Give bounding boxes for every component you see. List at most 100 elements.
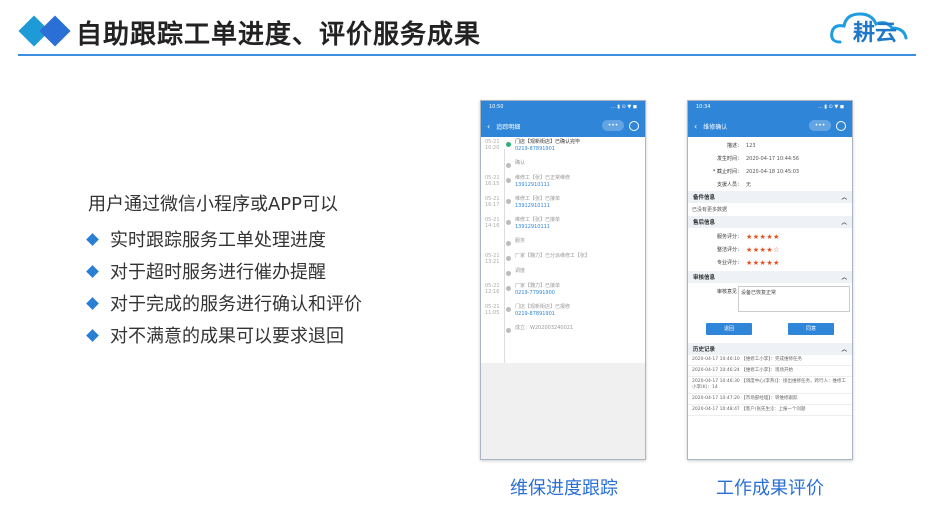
timeline-phone[interactable]: 13912910111 bbox=[515, 224, 560, 231]
timeline-item: 确认 bbox=[485, 160, 641, 175]
timeline-item: 05-21 10:20 门店【观新街店】已确认完毕 0219-87891901 bbox=[485, 139, 641, 160]
bullet-text: 对于完成的服务进行确认和评价 bbox=[110, 294, 362, 315]
nav-title: 追踪明细 bbox=[496, 123, 521, 131]
timeline-phone[interactable]: 13912910111 bbox=[515, 203, 560, 210]
field-value: 2020-04-17 10:44:56 bbox=[746, 155, 800, 162]
section-parts[interactable]: 备件信息 ︿ bbox=[688, 191, 852, 203]
timeline-date: 05-21 13:21 bbox=[485, 253, 500, 265]
bullet-text: 实时跟踪服务工单处理进度 bbox=[110, 230, 326, 251]
diamond-bullet-icon bbox=[86, 264, 99, 278]
timeline-date bbox=[485, 160, 503, 175]
field-label: * 截止时间： bbox=[712, 169, 742, 175]
timeline-date bbox=[485, 238, 503, 253]
timeline-dot-icon bbox=[506, 241, 511, 246]
timeline-item: 05-21 16:17 维修工【张】已接单 13912910111 bbox=[485, 196, 641, 217]
chevron-up-icon: ︿ bbox=[841, 275, 847, 281]
section-history[interactable]: 历史记录 ︿ bbox=[688, 343, 852, 355]
close-miniapp-icon[interactable] bbox=[629, 120, 639, 131]
slide-title: 自助跟踪工单进度、评价服务成果 bbox=[76, 20, 482, 50]
timeline-dot-icon bbox=[506, 271, 511, 276]
timeline-date: 05-21 12:16 bbox=[485, 283, 500, 295]
bullet-item: 实时跟踪服务工单处理进度 bbox=[86, 226, 326, 252]
nav-title: 维修确认 bbox=[703, 123, 728, 131]
rating-row: 整洁评分： ★★★★☆ bbox=[688, 243, 852, 256]
status-icons: ... ▮ ⊙ ▼ ◼ bbox=[610, 104, 637, 110]
timeline-text: 门店【观新街店】已报修 bbox=[515, 304, 571, 310]
timeline-date: 05-21 10:20 bbox=[485, 139, 500, 151]
timeline-item: 05-21 13:21 厂家【魏力】已分派维修工【张】 bbox=[485, 253, 641, 268]
diamond-bullet-icon bbox=[86, 328, 99, 342]
nav-bar: ‹ 维修确认 ••• bbox=[688, 115, 852, 137]
timeline-item: 成立：W202003240021 bbox=[485, 325, 641, 340]
section-title: 审核信息 bbox=[693, 275, 716, 281]
star-rating-icon[interactable]: ★★★★☆ bbox=[746, 246, 780, 254]
timeline-date bbox=[485, 268, 503, 283]
status-time: 10:34 bbox=[696, 104, 711, 110]
review-textarea[interactable]: 设备已恢复正常 bbox=[738, 286, 850, 312]
brand-logo-text: 耕云 bbox=[853, 21, 898, 46]
bullet-text: 对不满意的成果可以要求退回 bbox=[110, 326, 344, 347]
timeline-content: 维修工【张】已接单 13912910111 bbox=[515, 217, 560, 238]
chevron-up-icon: ︿ bbox=[841, 220, 847, 226]
field-label: 支援人员： bbox=[716, 182, 742, 188]
timeline-dot-icon bbox=[506, 220, 511, 225]
timeline-phone[interactable]: 0219-77991900 bbox=[515, 290, 560, 297]
timeline-phone[interactable]: 0219-87891901 bbox=[515, 311, 570, 318]
timeline-item: 05-21 14:16 维修工【张】已接单 13912910111 bbox=[485, 217, 641, 238]
footer-blank bbox=[481, 363, 645, 459]
rating-row: 专业评分： ★★★★★ bbox=[688, 256, 852, 269]
diamond-icon bbox=[39, 15, 71, 47]
timeline-content: 调度 bbox=[515, 268, 525, 283]
timeline-phone[interactable]: 0219-87891901 bbox=[515, 146, 580, 153]
section-review[interactable]: 审核信息 ︿ bbox=[688, 271, 852, 283]
parts-note-text: 已没有更多数据 bbox=[692, 207, 728, 213]
timeline-item: 05-21 11:05 门店【观新街店】已报修 0219-87891901 bbox=[485, 304, 641, 325]
timeline-dot-icon bbox=[506, 307, 511, 312]
field-row: * 截止时间： 2020-04-18 10:45:03 bbox=[688, 165, 852, 178]
star-rating-icon[interactable]: ★★★★★ bbox=[746, 259, 780, 267]
more-menu-icon[interactable]: ••• bbox=[809, 120, 831, 131]
back-arrow-icon[interactable]: ‹ bbox=[487, 122, 490, 131]
chevron-up-icon: ︿ bbox=[841, 347, 847, 353]
timeline-content: 维修工【张】已正常维修 13912910111 bbox=[515, 175, 570, 196]
rating-label: 专业评分： bbox=[716, 260, 742, 266]
section-title: 备件信息 bbox=[693, 195, 716, 201]
status-time: 10:50 bbox=[489, 104, 504, 110]
review-label: 审核意见： bbox=[716, 289, 742, 295]
field-row: 描述： 123 bbox=[688, 139, 852, 152]
timeline-date: 05-21 16:17 bbox=[485, 196, 500, 208]
timeline-text: 门店【观新街店】已确认完毕 bbox=[515, 139, 581, 145]
timeline-content: 门店【观新街店】已确认完毕 0219-87891901 bbox=[515, 139, 580, 160]
nav-bar: ‹ 追踪明细 ••• bbox=[481, 115, 645, 137]
bullet-item: 对于完成的服务进行确认和评价 bbox=[86, 290, 362, 316]
timeline-phone[interactable]: 13912910111 bbox=[515, 182, 570, 189]
field-value: 2020-04-18 10:45:03 bbox=[746, 168, 800, 175]
field-row: 支援人员： 无 bbox=[688, 178, 852, 191]
timeline-dot-icon bbox=[506, 286, 511, 291]
timeline-text: 维修工【张】已接单 bbox=[515, 217, 561, 223]
parts-note: 已没有更多数据 bbox=[688, 203, 852, 216]
back-arrow-icon[interactable]: ‹ bbox=[694, 122, 697, 131]
timeline-text: 确认 bbox=[515, 160, 526, 166]
section-title: 售后信息 bbox=[693, 220, 716, 226]
rating-label: 整洁评分： bbox=[716, 247, 742, 253]
timeline-item: 调度 bbox=[485, 268, 641, 283]
timeline-dot-icon bbox=[506, 142, 511, 147]
close-miniapp-icon[interactable] bbox=[836, 120, 846, 131]
history-row: 2020-04-17 10:46:10 【维修工小李】：完成维修任务 bbox=[688, 355, 852, 366]
timeline-text: 成立：W202003240021 bbox=[515, 325, 574, 331]
timeline-content: 维修工【张】已接单 13912910111 bbox=[515, 196, 560, 217]
star-rating-icon[interactable]: ★★★★★ bbox=[746, 233, 780, 241]
section-title: 历史记录 bbox=[693, 347, 716, 353]
timeline-text: 服务 bbox=[515, 238, 526, 244]
timeline-text: 维修工【张】已接单 bbox=[515, 196, 561, 202]
more-menu-icon[interactable]: ••• bbox=[602, 120, 624, 131]
history-row: 2020-04-17 10:46:30 【调度中心(李燕)】：接出维修任务，跨行… bbox=[688, 377, 852, 394]
approve-button[interactable]: 同意 bbox=[788, 323, 834, 335]
timeline-content: 厂家【魏力】已分派维修工【张】 bbox=[515, 253, 590, 268]
field-value: 123 bbox=[746, 142, 756, 149]
return-button[interactable]: 退回 bbox=[706, 323, 752, 335]
caption-tracking: 维保进度跟踪 bbox=[510, 478, 618, 499]
field-value: 无 bbox=[746, 182, 752, 188]
section-after-sales[interactable]: 售后信息 ︿ bbox=[688, 216, 852, 228]
